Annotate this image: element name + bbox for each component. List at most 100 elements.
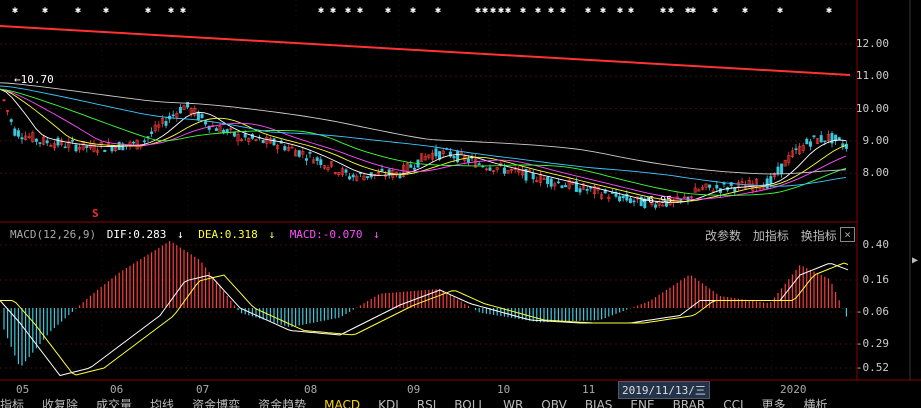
indicator-tab[interactable]: 更多 [762, 399, 786, 408]
indicator-tab[interactable]: BRAR [673, 399, 706, 408]
candle-body [812, 135, 816, 138]
event-marker-icon: ✱ [498, 5, 504, 16]
event-marker-icon: ✱ [180, 5, 186, 16]
candle-body [225, 129, 229, 133]
event-marker-icon: ✱ [535, 5, 541, 16]
candle-body [380, 168, 384, 172]
dea-value: DEA:0.318 ↓ [198, 228, 276, 241]
event-marker-icon: ✱ [505, 5, 511, 16]
event-marker-icon: ✱ [318, 5, 324, 16]
indicator-tab[interactable]: OBV [541, 399, 567, 408]
event-marker-icon: ✱ [475, 5, 481, 16]
candle-body [319, 159, 323, 166]
indicator-tab[interactable]: 成交量 [96, 399, 132, 408]
candle-body [387, 169, 391, 176]
indicator-tab[interactable]: 横析 [804, 399, 828, 408]
event-marker-icon: ✱ [435, 5, 441, 16]
price-tick: 8.00 [862, 166, 890, 180]
candle-body [632, 200, 636, 203]
event-marker-icon: ✱ [12, 5, 18, 16]
indicator-tab[interactable]: ENE [630, 399, 654, 408]
high-price-label: ←10.70 [14, 73, 54, 86]
candle-body [232, 131, 236, 137]
candle-body [628, 198, 632, 204]
candle-body [178, 106, 182, 114]
candle-body [409, 164, 413, 168]
moving-average-line [0, 88, 847, 200]
indicator-tab[interactable]: BOLL [454, 399, 485, 408]
indicator-tabs: 指标 收复除 成交量 均线 资金博弈 资金趋势 MACD KDJ RSI BOLL WR OBV BIA… [0, 398, 921, 408]
candle-body [304, 158, 308, 161]
candle-body [351, 174, 355, 178]
moving-average-line [0, 88, 847, 196]
indicator-tab[interactable]: BIAS [585, 399, 613, 408]
candle-body [132, 141, 136, 144]
event-marker-icon: ✱ [145, 5, 151, 16]
event-marker-icon: ✱ [585, 5, 591, 16]
candle-body [348, 176, 352, 180]
price-tick: 10.00 [855, 101, 889, 115]
event-marker-icon: ✱ [385, 5, 391, 16]
indicator-tab[interactable]: 资金博弈 [192, 399, 240, 408]
candle-body [164, 121, 168, 126]
candle-body [618, 196, 622, 202]
candle-body [434, 148, 438, 157]
candle-body [20, 137, 24, 140]
candle-body [261, 139, 265, 144]
candle-body [412, 167, 416, 170]
event-marker-icon: ✱ [742, 5, 748, 16]
date-tick: 07 [196, 383, 210, 396]
indicator-tab[interactable]: 均线 [150, 399, 174, 408]
candle-body [204, 121, 208, 125]
event-marker-icon: ✱ [600, 5, 606, 16]
candle-body [564, 185, 568, 188]
event-marker-icon: ✱ [520, 5, 526, 16]
low-price-label: ←6.95 [642, 195, 673, 206]
candle-body [452, 156, 456, 159]
crosshair-date-label: 2019/11/13/三 [618, 381, 710, 399]
candle-body [780, 163, 784, 174]
indicator-tab[interactable]: 指标 [0, 399, 24, 408]
candle-body [528, 169, 532, 172]
event-marker-icon: ✱ [345, 5, 351, 16]
candle-body [70, 139, 74, 142]
indicator-tab[interactable]: 资金趋势 [258, 399, 306, 408]
candle-body [366, 176, 370, 179]
event-marker-icon: ✱ [712, 5, 718, 16]
event-marker-icon: ✱ [617, 5, 623, 16]
event-marker-icon: ✱ [548, 5, 554, 16]
candle-body [283, 146, 287, 151]
event-marker-icon: ✱ [628, 5, 634, 16]
dif-value: DIF:0.283 ↓ [106, 228, 184, 241]
indicator-tab[interactable]: 收复除 [42, 399, 78, 408]
switch-indicator-button[interactable]: 换指标 [801, 229, 837, 243]
indicator-tab[interactable]: WR [503, 399, 523, 408]
candle-body [38, 142, 42, 144]
candle-body [531, 172, 535, 180]
candle-body [214, 128, 218, 131]
trend-line [0, 25, 851, 76]
indicator-tab[interactable]: KDJ [378, 399, 399, 408]
close-icon[interactable]: × [840, 227, 855, 242]
candle-body [708, 184, 712, 188]
indicator-tools: 改参数 加指标 换指标 [705, 227, 845, 244]
add-indicator-button[interactable]: 加指标 [753, 229, 789, 243]
stock-chart: ✱ ✱ ✱ ✱ ✱ ✱ ✱ ✱ ✱ ✱ ✱ ✱ ✱ ✱ ✱ ✱ ✱ ✱ ✱ ✱ ✱ ✱ ✱ ✱ ✱ ✱ ✱ ✱ ✱ ✱✱ ✱ ✱ ✱ ✱ [0, 0, 921, 381]
indicator-tab[interactable]: MACD [324, 399, 360, 408]
date-tick: 2020 [780, 383, 807, 396]
candle-body [142, 140, 146, 143]
event-marker-icon: ✱ [560, 5, 566, 16]
indicator-tab[interactable]: RSI [417, 399, 437, 408]
candle-body [560, 185, 564, 188]
candle-body [272, 138, 276, 146]
candle-body [398, 174, 402, 179]
edit-params-button[interactable]: 改参数 [705, 229, 741, 243]
event-marker-icon: ✱ [690, 5, 696, 16]
date-tick: 05 [16, 383, 30, 396]
candle-body [794, 148, 798, 151]
candle-body [308, 152, 312, 154]
collapse-arrow-icon[interactable]: ▶ [912, 255, 918, 266]
indicator-tab[interactable]: CCI [723, 399, 743, 408]
candle-body [477, 163, 481, 165]
candle-body [585, 189, 589, 191]
